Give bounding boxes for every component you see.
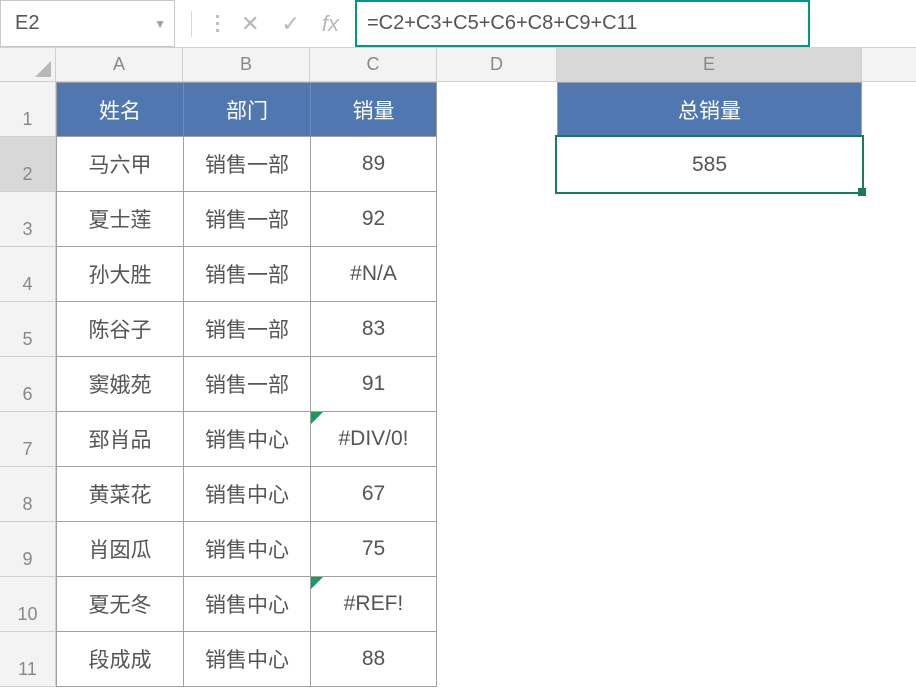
- cell-B10[interactable]: 销售中心: [183, 577, 310, 632]
- row-header-7[interactable]: 7: [0, 412, 56, 467]
- row-header-9[interactable]: 9: [0, 522, 56, 577]
- cell-D7[interactable]: [437, 412, 557, 467]
- cell-E8[interactable]: [557, 467, 862, 522]
- formula-bar-icons: ✕ ✓ fx: [175, 0, 355, 47]
- row-header-6[interactable]: 6: [0, 357, 56, 412]
- separator: [191, 11, 192, 37]
- select-all-corner[interactable]: [0, 48, 56, 81]
- header-total[interactable]: 总销量: [557, 82, 862, 137]
- cell-E5[interactable]: [557, 302, 862, 357]
- col-header-B[interactable]: B: [183, 48, 310, 81]
- col-header-E[interactable]: E: [557, 48, 862, 81]
- cell-A7[interactable]: 郅肖品: [56, 412, 183, 467]
- header-name[interactable]: 姓名: [56, 82, 183, 137]
- row-3: 3 夏士莲 销售一部 92: [0, 192, 916, 247]
- cell-C10[interactable]: #REF!: [310, 577, 437, 632]
- cancel-icon[interactable]: ✕: [241, 11, 259, 37]
- cell-C5[interactable]: 83: [310, 302, 437, 357]
- cell-C2[interactable]: 89: [310, 137, 437, 192]
- cell-A4[interactable]: 孙大胜: [56, 247, 183, 302]
- cell-D3[interactable]: [437, 192, 557, 247]
- row-header-10[interactable]: 10: [0, 577, 56, 632]
- cell-E2[interactable]: 585: [557, 137, 862, 192]
- col-header-D[interactable]: D: [437, 48, 557, 81]
- header-sales[interactable]: 销量: [310, 82, 437, 137]
- cell-C8[interactable]: 67: [310, 467, 437, 522]
- row-header-4[interactable]: 4: [0, 247, 56, 302]
- spreadsheet-grid[interactable]: A B C D E 1 姓名 部门 销量 总销量 2 马六甲 销售一部 89 5…: [0, 48, 916, 687]
- row-header-5[interactable]: 5: [0, 302, 56, 357]
- name-box-dropdown-icon[interactable]: ▼: [154, 17, 166, 31]
- total-value: 585: [692, 153, 727, 177]
- row-5: 5 陈谷子 销售一部 83: [0, 302, 916, 357]
- formula-text: =C2+C3+C5+C6+C8+C9+C11: [367, 12, 637, 35]
- row-7: 7 郅肖品 销售中心 #DIV/0!: [0, 412, 916, 467]
- cell-E9[interactable]: [557, 522, 862, 577]
- cell-A2[interactable]: 马六甲: [56, 137, 183, 192]
- cell-A10[interactable]: 夏无冬: [56, 577, 183, 632]
- cell-B8[interactable]: 销售中心: [183, 467, 310, 522]
- row-6: 6 窦娥苑 销售一部 91: [0, 357, 916, 412]
- cell-B4[interactable]: 销售一部: [183, 247, 310, 302]
- cell-C3[interactable]: 92: [310, 192, 437, 247]
- rows: 1 姓名 部门 销量 总销量 2 马六甲 销售一部 89 585 3 夏士莲 销…: [0, 82, 916, 687]
- cell-B6[interactable]: 销售一部: [183, 357, 310, 412]
- formula-input[interactable]: =C2+C3+C5+C6+C8+C9+C11: [355, 0, 810, 47]
- row-9: 9 肖囡瓜 销售中心 75: [0, 522, 916, 577]
- row-header-3[interactable]: 3: [0, 192, 56, 247]
- cell-D11[interactable]: [437, 632, 557, 687]
- cell-E6[interactable]: [557, 357, 862, 412]
- cell-E11[interactable]: [557, 632, 862, 687]
- cell-D10[interactable]: [437, 577, 557, 632]
- col-header-C[interactable]: C: [310, 48, 437, 81]
- cell-A11[interactable]: 段成成: [56, 632, 183, 687]
- cell-A5[interactable]: 陈谷子: [56, 302, 183, 357]
- row-header-1[interactable]: 1: [0, 82, 56, 137]
- cell-C9[interactable]: 75: [310, 522, 437, 577]
- cell-E4[interactable]: [557, 247, 862, 302]
- cell-B2[interactable]: 销售一部: [183, 137, 310, 192]
- cell-E3[interactable]: [557, 192, 862, 247]
- cell-D4[interactable]: [437, 247, 557, 302]
- cell-B3[interactable]: 销售一部: [183, 192, 310, 247]
- cell-C6[interactable]: 91: [310, 357, 437, 412]
- cell-D8[interactable]: [437, 467, 557, 522]
- cell-D2[interactable]: [437, 137, 557, 192]
- cell-A8[interactable]: 黄菜花: [56, 467, 183, 522]
- cell-D1[interactable]: [437, 82, 557, 137]
- row-10: 10 夏无冬 销售中心 #REF!: [0, 577, 916, 632]
- row-4: 4 孙大胜 销售一部 #N/A: [0, 247, 916, 302]
- fx-icon[interactable]: fx: [322, 11, 339, 37]
- column-headers: A B C D E: [0, 48, 916, 82]
- cell-A3[interactable]: 夏士莲: [56, 192, 183, 247]
- cell-D6[interactable]: [437, 357, 557, 412]
- cell-D5[interactable]: [437, 302, 557, 357]
- row-header-2[interactable]: 2: [0, 137, 56, 192]
- row-2: 2 马六甲 销售一部 89 585: [0, 137, 916, 192]
- col-header-A[interactable]: A: [56, 48, 183, 81]
- cell-E7[interactable]: [557, 412, 862, 467]
- name-box-value: E2: [15, 12, 39, 35]
- header-dept[interactable]: 部门: [183, 82, 310, 137]
- row-header-11[interactable]: 11: [0, 632, 56, 687]
- enter-icon[interactable]: ✓: [281, 11, 299, 37]
- cell-E10[interactable]: [557, 577, 862, 632]
- cell-C7[interactable]: #DIV/0!: [310, 412, 437, 467]
- cell-B11[interactable]: 销售中心: [183, 632, 310, 687]
- cell-C4[interactable]: #N/A: [310, 247, 437, 302]
- dots-icon: [216, 15, 219, 32]
- cell-B5[interactable]: 销售一部: [183, 302, 310, 357]
- cell-B7[interactable]: 销售中心: [183, 412, 310, 467]
- cell-C11[interactable]: 88: [310, 632, 437, 687]
- row-11: 11 段成成 销售中心 88: [0, 632, 916, 687]
- row-header-8[interactable]: 8: [0, 467, 56, 522]
- cell-A6[interactable]: 窦娥苑: [56, 357, 183, 412]
- cell-A9[interactable]: 肖囡瓜: [56, 522, 183, 577]
- formula-bar: E2 ▼ ✕ ✓ fx =C2+C3+C5+C6+C8+C9+C11: [0, 0, 916, 48]
- name-box[interactable]: E2 ▼: [0, 0, 175, 47]
- cell-B9[interactable]: 销售中心: [183, 522, 310, 577]
- row-8: 8 黄菜花 销售中心 67: [0, 467, 916, 522]
- row-1: 1 姓名 部门 销量 总销量: [0, 82, 916, 137]
- cell-D9[interactable]: [437, 522, 557, 577]
